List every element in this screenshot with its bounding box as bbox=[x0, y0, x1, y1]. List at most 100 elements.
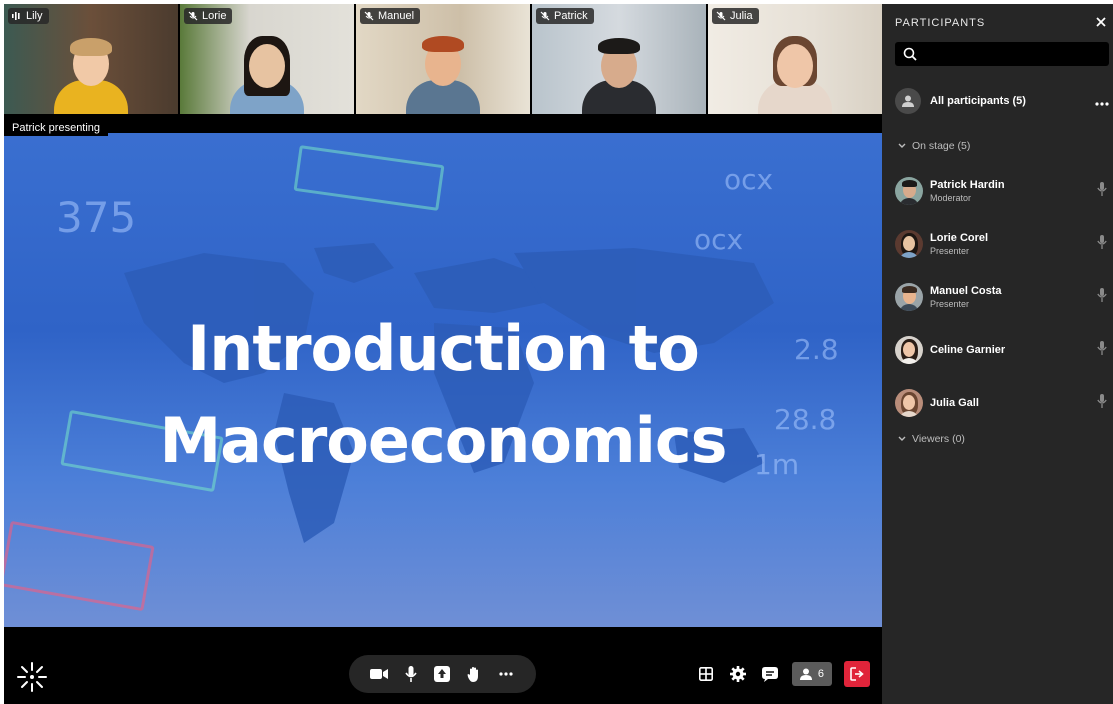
more-options-button[interactable] bbox=[1095, 93, 1109, 109]
participant-video bbox=[582, 36, 656, 114]
participant-row[interactable]: Julia Gall bbox=[895, 376, 1109, 429]
camera-icon bbox=[369, 669, 388, 679]
share-screen-icon bbox=[434, 666, 451, 682]
panel-title: PARTICIPANTS bbox=[895, 17, 986, 29]
viewers-label: Viewers (0) bbox=[912, 433, 965, 445]
slide-decoration: 375 bbox=[56, 193, 137, 242]
participant-video bbox=[230, 36, 304, 114]
name-tag: Julia bbox=[712, 8, 759, 24]
participant-name: Manuel Costa bbox=[930, 284, 1002, 297]
mic-icon[interactable] bbox=[1097, 182, 1107, 196]
leave-icon bbox=[850, 667, 864, 681]
video-tile-patrick[interactable]: Patrick bbox=[532, 4, 706, 114]
avatar bbox=[895, 88, 921, 114]
avatar bbox=[895, 176, 923, 205]
search-icon bbox=[903, 47, 917, 61]
participant-role: Presenter bbox=[930, 245, 970, 256]
grid-layout-icon bbox=[698, 667, 713, 681]
video-tile-manuel[interactable]: Manuel bbox=[356, 4, 530, 114]
viewers-section-toggle[interactable]: Viewers (0) bbox=[898, 433, 965, 445]
mic-icon[interactable] bbox=[1097, 288, 1107, 302]
on-stage-section-toggle[interactable]: On stage (5) bbox=[898, 140, 970, 152]
participant-role: Moderator bbox=[930, 192, 972, 203]
participants-panel: PARTICIPANTS All participants (5) On sta… bbox=[882, 4, 1113, 704]
slide-decoration: ocx bbox=[724, 163, 774, 196]
person-icon bbox=[902, 95, 914, 107]
participant-video bbox=[54, 36, 128, 114]
gear-icon bbox=[729, 666, 746, 682]
presenting-label: Patrick presenting bbox=[4, 120, 109, 136]
name-tag: Lorie bbox=[184, 8, 233, 24]
person-icon bbox=[799, 668, 812, 680]
tile-name: Lorie bbox=[202, 10, 227, 22]
participant-video bbox=[758, 36, 832, 114]
name-tag: Patrick bbox=[536, 8, 594, 24]
chat-icon bbox=[761, 666, 778, 682]
participant-list: Patrick Hardin Moderator Lorie Corel Pre… bbox=[895, 164, 1109, 429]
avatar bbox=[895, 388, 923, 417]
video-tile-lorie[interactable]: Lorie bbox=[180, 4, 354, 114]
participant-name: Patrick Hardin bbox=[930, 178, 1005, 191]
participant-row[interactable]: Patrick Hardin Moderator bbox=[895, 164, 1109, 217]
slide-decoration: ocx bbox=[694, 223, 744, 256]
slide-title: Introduction to Macroeconomics bbox=[4, 303, 882, 487]
tile-name: Lily bbox=[26, 10, 43, 22]
call-controls: 6 bbox=[4, 627, 882, 704]
all-participants-row[interactable]: All participants (5) bbox=[895, 86, 1109, 116]
more-options-button[interactable] bbox=[496, 664, 516, 684]
media-controls bbox=[349, 655, 536, 693]
mic-muted-icon bbox=[364, 11, 374, 21]
search-input[interactable] bbox=[895, 42, 1109, 66]
tile-name: Patrick bbox=[554, 10, 588, 22]
video-tile-lily[interactable]: Lily bbox=[4, 4, 178, 114]
slide-decoration bbox=[293, 145, 445, 211]
tile-name: Manuel bbox=[378, 10, 415, 22]
video-stage: Lily Lorie Manuel Patrick Julia Patrick … bbox=[4, 4, 882, 704]
on-stage-label: On stage (5) bbox=[912, 140, 971, 152]
camera-button[interactable] bbox=[369, 664, 389, 684]
mic-muted-icon bbox=[188, 11, 198, 21]
participant-row[interactable]: Manuel Costa Presenter bbox=[895, 270, 1109, 323]
participant-name: Julia Gall bbox=[930, 396, 979, 409]
name-tag: Lily bbox=[8, 8, 49, 24]
mic-icon[interactable] bbox=[1097, 394, 1107, 408]
close-icon[interactable] bbox=[1093, 14, 1109, 30]
mic-muted-icon bbox=[540, 11, 550, 21]
chevron-down-icon bbox=[898, 436, 906, 441]
participant-role: Presenter bbox=[930, 298, 970, 309]
participant-name: Celine Garnier bbox=[930, 343, 1006, 356]
slide-title-line1: Introduction to bbox=[187, 312, 700, 385]
shared-slide: 375 ocx ocx 28.8 2.8 1m Introduction to … bbox=[4, 133, 882, 627]
tile-name: Julia bbox=[730, 10, 753, 22]
avatar bbox=[895, 282, 923, 311]
chevron-down-icon bbox=[898, 143, 906, 148]
more-icon bbox=[499, 672, 513, 676]
speaking-icon bbox=[12, 12, 20, 20]
layout-button[interactable] bbox=[696, 664, 716, 684]
raise-hand-icon bbox=[467, 667, 479, 682]
share-screen-button[interactable] bbox=[432, 664, 452, 684]
mic-icon bbox=[405, 666, 417, 682]
participant-row[interactable]: Celine Garnier bbox=[895, 323, 1109, 376]
avatar bbox=[895, 229, 923, 258]
more-icon bbox=[1095, 102, 1109, 106]
raise-hand-button[interactable] bbox=[464, 664, 484, 684]
mic-muted-icon bbox=[716, 11, 726, 21]
leave-button[interactable] bbox=[844, 661, 870, 687]
video-thumbnails: Lily Lorie Manuel Patrick Julia bbox=[4, 4, 882, 114]
video-tile-julia[interactable]: Julia bbox=[708, 4, 882, 114]
participants-count: 6 bbox=[817, 668, 824, 680]
participant-row[interactable]: Lorie Corel Presenter bbox=[895, 217, 1109, 270]
settings-button[interactable] bbox=[728, 664, 748, 684]
mic-icon[interactable] bbox=[1097, 341, 1107, 355]
avatar bbox=[895, 335, 923, 364]
participants-button[interactable]: 6 bbox=[791, 662, 832, 686]
chat-button[interactable] bbox=[760, 664, 780, 684]
mic-icon[interactable] bbox=[1097, 235, 1107, 249]
app-logo-icon[interactable] bbox=[16, 661, 48, 693]
all-participants-label: All participants (5) bbox=[930, 95, 1026, 107]
participant-name: Lorie Corel bbox=[930, 231, 989, 244]
participant-video bbox=[406, 36, 480, 114]
name-tag: Manuel bbox=[360, 8, 421, 24]
microphone-button[interactable] bbox=[401, 664, 421, 684]
